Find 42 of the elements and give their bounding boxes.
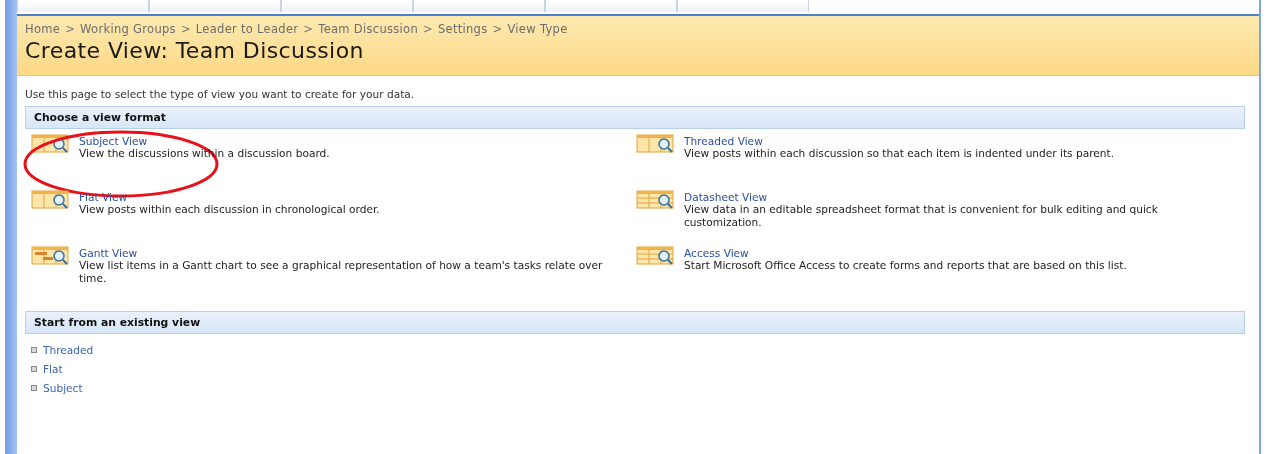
view-format-link[interactable]: Subject View bbox=[79, 135, 330, 147]
bullet-icon bbox=[31, 366, 37, 372]
view-format-description: View posts within each discussion in chronological order. bbox=[79, 203, 380, 216]
view-table-magnifier-icon bbox=[31, 189, 71, 211]
bullet-icon bbox=[31, 385, 37, 391]
browser-tab[interactable] bbox=[17, 0, 149, 12]
breadcrumb-link[interactable]: Working Groups bbox=[80, 22, 176, 36]
view-format-description: Start Microsoft Office Access to create forms and reports that are based on this list. bbox=[684, 259, 1127, 272]
breadcrumb-separator: > bbox=[303, 22, 314, 36]
intro-text: Use this page to select the type of view you want to create for your data. bbox=[25, 88, 416, 100]
view-format-description: View posts within each discussion so that each item is indented under its parent. bbox=[684, 147, 1115, 160]
breadcrumb-separator: > bbox=[65, 22, 76, 36]
page-title: Create View: Team Discussion bbox=[25, 38, 365, 63]
browser-tab[interactable] bbox=[413, 0, 545, 12]
breadcrumb-separator: > bbox=[180, 22, 191, 36]
bullet-icon bbox=[31, 347, 37, 353]
browser-tab[interactable] bbox=[677, 0, 809, 12]
breadcrumb-separator: > bbox=[492, 22, 503, 36]
view-format-link[interactable]: Threaded View bbox=[684, 135, 1115, 147]
view-table-magnifier-icon bbox=[31, 245, 71, 267]
breadcrumb-separator: > bbox=[423, 22, 433, 36]
view-format-link[interactable]: Gantt View bbox=[79, 247, 619, 259]
existing-view-link[interactable]: Flat bbox=[43, 363, 63, 375]
browser-tab[interactable] bbox=[545, 0, 677, 12]
section-heading: Start from an existing view bbox=[25, 311, 1245, 334]
section-heading: Choose a view format bbox=[25, 106, 1245, 129]
breadcrumb-link[interactable]: Team Discussion bbox=[318, 22, 418, 36]
view-table-magnifier-icon bbox=[636, 245, 676, 267]
view-table-magnifier-icon bbox=[636, 189, 676, 211]
breadcrumb-link[interactable]: Leader to Leader bbox=[195, 22, 299, 36]
breadcrumb-link[interactable]: Settings bbox=[437, 22, 488, 36]
view-format-link[interactable]: Access View bbox=[684, 247, 1127, 259]
browser-tab[interactable] bbox=[281, 0, 413, 12]
view-format-link[interactable]: Datasheet View bbox=[684, 191, 1224, 203]
breadcrumb-link[interactable]: Home bbox=[25, 22, 61, 36]
view-table-magnifier-icon bbox=[636, 133, 676, 155]
breadcrumb-link[interactable]: View Type bbox=[507, 22, 568, 36]
view-format-description: View data in an editable spreadsheet format that is convenient for bulk editing and quick customization. bbox=[684, 203, 1159, 229]
existing-view-link[interactable]: Subject bbox=[43, 382, 83, 394]
browser-tab[interactable] bbox=[149, 0, 281, 12]
view-format-description: View list items in a Gantt chart to see a graphical representation of how a team's tasks relate over time. bbox=[79, 259, 604, 285]
existing-view-link[interactable]: Threaded bbox=[43, 344, 94, 356]
